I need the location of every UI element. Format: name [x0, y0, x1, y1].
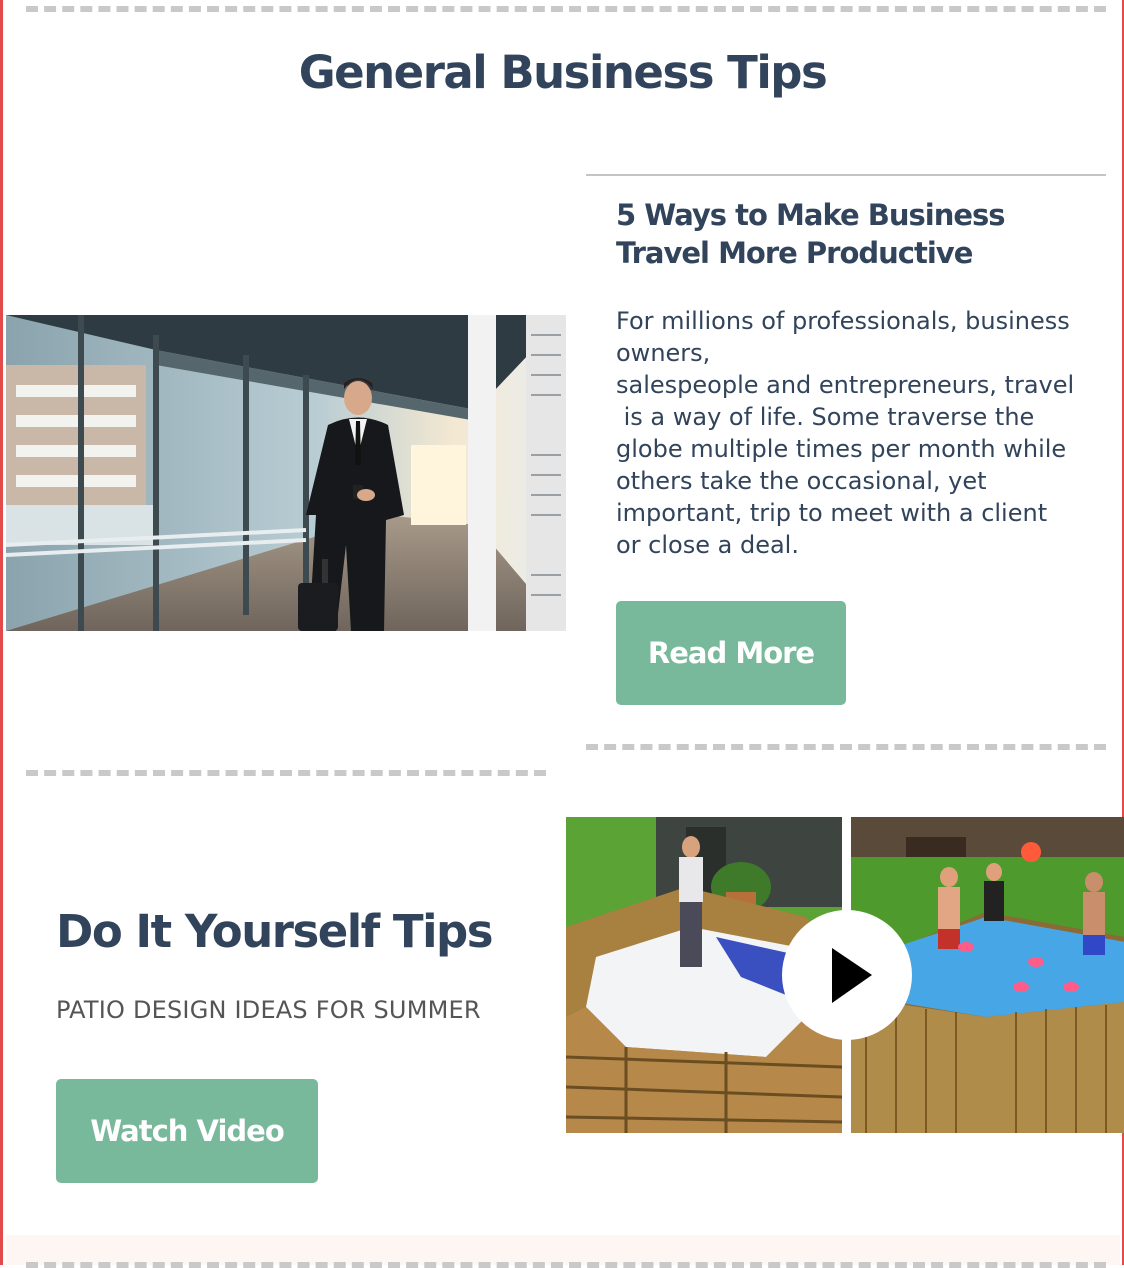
article-bottom-divider [586, 744, 1106, 750]
article-title[interactable]: 5 Ways to Make Business Travel More Prod… [616, 196, 1096, 272]
diy-top-divider [26, 770, 546, 776]
excerpt-line: important, trip to meet with a client [616, 499, 1048, 527]
excerpt-line: others take the occasional, yet [616, 467, 987, 495]
businessman-travel-photo [6, 315, 566, 631]
newsletter-frame: General Business Tips 5 Ways to Make Bus… [0, 0, 1124, 1268]
bottom-divider [26, 1262, 1106, 1268]
excerpt-line: globe multiple times per month while [616, 435, 1067, 463]
excerpt-line: For millions of professionals, business [616, 307, 1070, 335]
video-thumbnail[interactable] [566, 817, 1124, 1133]
travel-article-image[interactable] [6, 315, 566, 631]
section-title: General Business Tips [298, 46, 828, 99]
patio-pool-video-image [566, 817, 1124, 1133]
excerpt-line: owners, [616, 339, 711, 367]
read-more-button[interactable]: Read More [616, 601, 846, 705]
excerpt-line: or close a deal. [616, 531, 799, 559]
diy-subtitle: PATIO DESIGN IDEAS FOR SUMMER [56, 996, 481, 1024]
article-top-rule [586, 174, 1106, 176]
diy-title: Do It Yourself Tips [56, 905, 494, 958]
top-divider [26, 6, 1106, 12]
article-excerpt: For millions of professionals, business … [616, 305, 1111, 561]
excerpt-line: is a way of life. Some traverse the [616, 403, 1035, 431]
watch-video-button[interactable]: Watch Video [56, 1079, 318, 1183]
footer-band [6, 1235, 1120, 1265]
excerpt-line: salespeople and entrepreneurs, travel [616, 371, 1075, 399]
